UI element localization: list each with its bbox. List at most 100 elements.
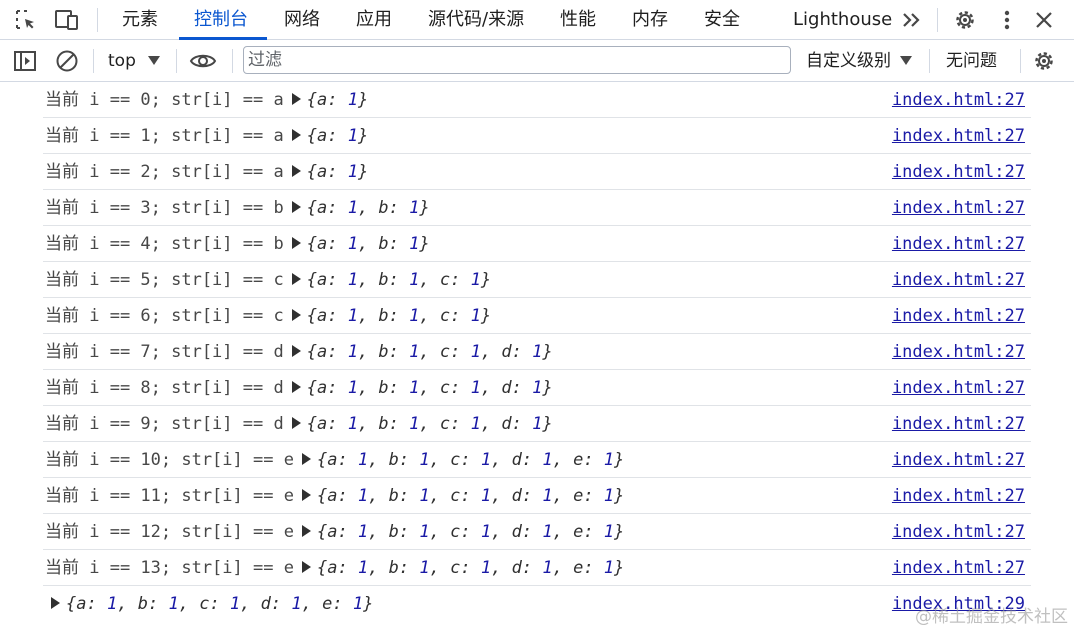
object-preview[interactable]: {a: 1, b: 1} [307,234,430,254]
tab-memory[interactable]: 内存 [632,0,668,40]
source-link[interactable]: index.html:27 [892,478,1025,514]
tab-application[interactable]: 应用 [356,0,392,40]
chevron-down-icon[interactable] [148,56,160,65]
toolbar-separator [929,49,930,73]
object-preview[interactable]: {a: 1, b: 1, c: 1, d: 1, e: 1} [317,522,624,542]
object-key: c [199,594,210,614]
more-options-kebab-icon[interactable] [993,6,1021,34]
source-link[interactable]: index.html:27 [892,442,1025,478]
source-link[interactable]: index.html:27 [892,118,1025,154]
chevron-down-icon[interactable] [900,56,912,65]
source-link[interactable]: index.html:27 [892,406,1025,442]
object-key: a [327,450,338,470]
source-link[interactable]: index.html:27 [892,370,1025,406]
tab-sources[interactable]: 源代码/来源 [428,0,524,40]
object-key: e [573,450,584,470]
object-key: d [511,486,522,506]
object-key: b [388,558,399,578]
tab-separator [937,8,938,32]
watermark: @稀土掘金技术社区 [915,607,1068,627]
live-expression-eye-icon[interactable] [189,47,217,75]
sidebar-toggle-icon[interactable] [11,47,39,75]
object-value: 1 [347,234,358,254]
object-preview[interactable]: {a: 1, b: 1, c: 1, d: 1, e: 1} [317,486,624,506]
console-log-row: 当前 i == 7; str[i] == d {a: 1, b: 1, c: 1,… [43,334,1031,370]
expand-triangle-icon[interactable] [291,380,301,393]
object-value: 1 [347,126,358,146]
toolbar-separator [1020,49,1021,73]
object-key: d [260,594,271,614]
source-link[interactable]: index.html:27 [892,190,1025,226]
log-message: 当前 i == 3; str[i] == b {a: 1, b: 1} [45,190,430,226]
clear-console-icon[interactable] [53,47,81,75]
object-value: 1 [352,594,364,614]
object-value: 1 [480,450,492,470]
console-settings-gear-icon[interactable] [1030,47,1058,75]
settings-gear-icon[interactable] [951,6,979,34]
object-preview[interactable]: {a: 1, b: 1, c: 1} [307,270,491,290]
source-link[interactable]: index.html:27 [892,298,1025,334]
object-preview[interactable]: {a: 1, b: 1, c: 1, d: 1} [307,414,553,434]
object-key: a [327,558,338,578]
object-preview[interactable]: {a: 1} [307,162,368,182]
object-preview[interactable]: {a: 1, b: 1, c: 1, d: 1, e: 1} [317,558,624,578]
object-preview[interactable]: {a: 1, b: 1, c: 1, d: 1} [307,378,553,398]
source-link[interactable]: index.html:27 [892,514,1025,550]
expand-triangle-icon[interactable] [301,452,311,465]
log-text: 当前 i == 4; str[i] == b [45,234,284,254]
expand-triangle-icon[interactable] [301,488,311,501]
object-key: e [573,558,584,578]
object-value: 1 [229,594,241,614]
console-log-row: 当前 i == 3; str[i] == b {a: 1, b: 1} index.… [43,190,1031,226]
expand-triangle-icon[interactable] [291,272,301,285]
expand-triangle-icon[interactable] [301,560,311,573]
expand-triangle-icon[interactable] [291,416,301,429]
expand-triangle-icon[interactable] [291,344,301,357]
source-link[interactable]: index.html:27 [892,226,1025,262]
source-link[interactable]: index.html:27 [892,550,1025,586]
object-value: 1 [106,594,118,614]
source-link[interactable]: index.html:27 [892,154,1025,190]
object-preview[interactable]: {a: 1} [307,90,368,110]
toolbar-separator [176,49,177,73]
object-value: 1 [480,558,492,578]
expand-triangle-icon[interactable] [301,524,311,537]
object-value: 1 [480,522,492,542]
object-preview[interactable]: {a: 1, b: 1} [307,198,430,218]
object-preview[interactable]: {a: 1, b: 1, c: 1} [307,306,491,326]
object-value: 1 [419,558,430,578]
context-selector[interactable]: top [108,40,136,82]
device-toolbar-icon[interactable] [53,6,81,34]
tab-elements[interactable]: 元素 [122,0,158,40]
expand-triangle-icon[interactable] [51,596,60,609]
tab-performance[interactable]: 性能 [560,0,596,40]
expand-triangle-icon[interactable] [291,92,301,105]
expand-triangle-icon[interactable] [291,128,301,141]
tab-security[interactable]: 安全 [704,0,740,40]
source-link[interactable]: index.html:27 [892,262,1025,298]
source-link[interactable]: index.html:27 [892,334,1025,370]
tab-network[interactable]: 网络 [284,0,320,40]
tab-console[interactable]: 控制台 [194,0,248,40]
expand-triangle-icon[interactable] [291,164,301,177]
issues-counter[interactable]: 无问题 [946,40,997,82]
object-key: b [378,198,389,218]
object-value: 1 [347,270,358,290]
filter-input[interactable] [243,46,791,74]
object-preview[interactable]: {a: 1, b: 1, c: 1, d: 1} [307,342,553,362]
log-levels-dropdown[interactable]: 自定义级别 [806,40,891,82]
expand-triangle-icon[interactable] [291,200,301,213]
log-message: 当前 i == 9; str[i] == d {a: 1, b: 1, c: 1,… [45,406,553,442]
object-preview[interactable]: {a: 1, b: 1, c: 1, d: 1, e: 1} [317,450,624,470]
object-preview[interactable]: {a: 1} [307,126,368,146]
close-devtools-icon[interactable] [1030,6,1058,34]
object-preview[interactable]: {a: 1, b: 1, c: 1, d: 1, e: 1} [66,594,373,614]
object-value: 1 [409,198,420,218]
expand-triangle-icon[interactable] [291,236,301,249]
tab-lighthouse[interactable]: Lighthouse [793,0,892,40]
inspect-element-icon[interactable] [12,6,40,34]
object-value: 1 [542,450,553,470]
expand-triangle-icon[interactable] [291,308,301,321]
source-link[interactable]: index.html:27 [892,82,1025,118]
more-tabs-chevron-icon[interactable] [898,6,926,34]
